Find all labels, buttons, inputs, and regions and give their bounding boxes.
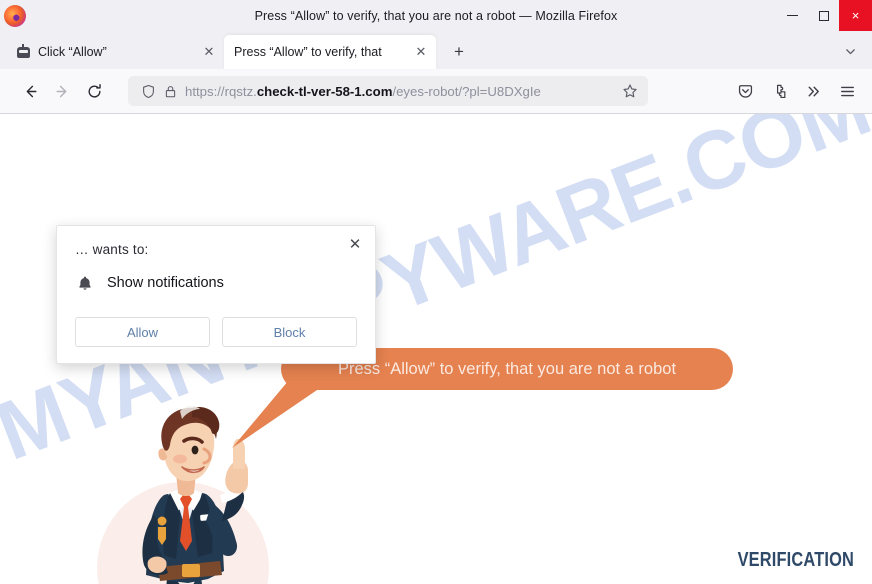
close-tab-button[interactable]: ✕ — [412, 43, 430, 61]
block-button[interactable]: Block — [222, 317, 357, 347]
navigation-toolbar: https://rqstz.check-tl-ver-58-1.com/eyes… — [0, 69, 872, 114]
hamburger-menu-icon[interactable] — [830, 75, 864, 107]
padlock-icon[interactable] — [159, 80, 181, 102]
url-host: check-tl-ver-58-1.com — [256, 83, 393, 99]
close-tab-button[interactable]: ✕ — [200, 43, 218, 61]
back-button[interactable] — [14, 75, 46, 107]
close-window-button[interactable]: × — [839, 0, 872, 31]
window-controls: × — [777, 0, 872, 31]
bell-icon — [75, 273, 95, 293]
forward-button[interactable] — [46, 75, 78, 107]
firefox-logo — [4, 4, 26, 27]
tab-title: Click “Allow” — [38, 45, 107, 59]
tab-strip: Click “Allow” ✕ Press “Allow” to verify,… — [0, 31, 872, 69]
firefox-window: Press “Allow” to verify, that you are no… — [0, 0, 872, 584]
tab-click-allow[interactable]: Click “Allow” ✕ — [6, 35, 224, 69]
verification-label: VERIFICATION — [737, 549, 854, 571]
robot-favicon — [16, 43, 31, 60]
notification-permission-popup: ✕ … wants to: Show notifications Allow B… — [56, 225, 376, 364]
url-text[interactable]: https://rqstz.check-tl-ver-58-1.com/eyes… — [181, 84, 618, 99]
page-content: MYANTISPYWARE.COM Press “Allow” to verif… — [0, 114, 872, 584]
close-popup-button[interactable]: ✕ — [345, 234, 365, 254]
minimize-icon — [787, 15, 798, 16]
url-scheme: https://rqstz. — [185, 83, 257, 99]
double-chevron-right-icon[interactable] — [796, 75, 830, 107]
title-bar: Press “Allow” to verify, that you are no… — [0, 0, 872, 31]
chevron-down-icon — [845, 48, 855, 54]
window-title: Press “Allow” to verify, that you are no… — [254, 8, 618, 23]
minimize-button[interactable] — [777, 0, 808, 31]
permission-row: Show notifications — [75, 273, 357, 293]
arrow-left-icon — [26, 85, 37, 97]
reload-button[interactable] — [78, 75, 110, 107]
extensions-icon[interactable] — [762, 75, 796, 107]
speech-bubble-text: Press “Allow” to verify, that you are no… — [337, 359, 677, 378]
url-path: /eyes-robot/?pl=U8DXgIe — [392, 83, 541, 99]
popup-origin-text: … wants to: — [75, 242, 149, 257]
tab-title: Press “Allow” to verify, that — [234, 45, 382, 59]
url-bar[interactable]: https://rqstz.check-tl-ver-58-1.com/eyes… — [128, 76, 648, 106]
allow-button[interactable]: Allow — [75, 317, 210, 347]
reload-icon — [88, 83, 101, 97]
toolbar-actions — [728, 75, 864, 107]
bookmark-star-icon[interactable] — [618, 79, 642, 103]
new-tab-button[interactable]: + — [444, 37, 474, 67]
list-all-tabs-button[interactable] — [836, 37, 864, 65]
arrow-right-icon — [55, 85, 66, 97]
maximize-icon — [818, 10, 829, 21]
tab-press-allow-to-verify[interactable]: Press “Allow” to verify, that ✕ — [224, 35, 436, 69]
permission-label: Show notifications — [107, 275, 224, 291]
shield-icon[interactable] — [137, 80, 159, 102]
popup-actions: Allow Block — [75, 317, 357, 347]
pocket-icon[interactable] — [728, 75, 762, 107]
maximize-button[interactable] — [808, 0, 839, 31]
